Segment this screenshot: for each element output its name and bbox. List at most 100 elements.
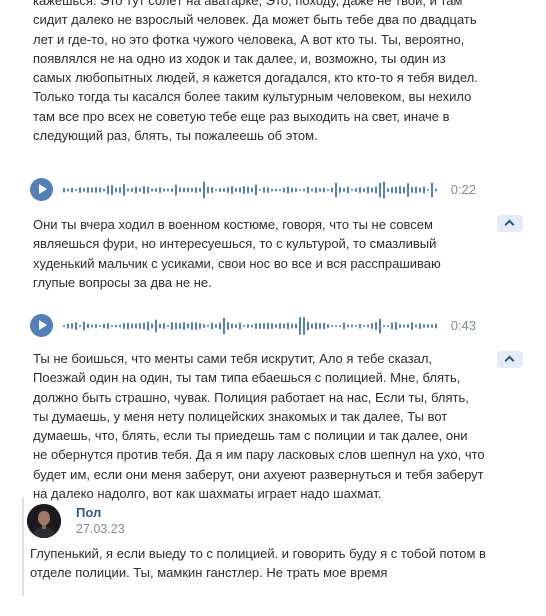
waveform-bar	[347, 324, 349, 328]
avatar[interactable]	[27, 504, 61, 538]
waveform-bar	[303, 188, 305, 192]
waveform-bar	[103, 323, 105, 329]
waveform-bar	[167, 188, 169, 192]
waveform-bar	[363, 325, 365, 327]
waveform-bar	[311, 188, 313, 192]
waveform-bar	[115, 187, 117, 193]
waveform-bar	[103, 188, 105, 192]
waveform-bar	[83, 188, 85, 192]
waveform-bar	[275, 324, 277, 328]
collapse-transcript-button[interactable]	[497, 351, 523, 368]
waveform-bar	[163, 323, 165, 329]
waveform-bar	[419, 323, 421, 329]
waveform-bar	[151, 323, 153, 329]
waveform-bar	[155, 188, 157, 192]
waveform-bar	[71, 323, 73, 329]
waveform-bar	[199, 188, 201, 192]
waveform-bar	[159, 323, 161, 329]
waveform-bar	[187, 323, 189, 329]
waveform-bar	[215, 189, 217, 191]
waveform-bar	[359, 323, 361, 329]
waveform-bar	[243, 186, 245, 194]
waveform-bar	[67, 323, 69, 329]
waveform-bar	[131, 323, 133, 329]
waveform-bar	[83, 321, 85, 331]
waveform-bar	[291, 187, 293, 193]
waveform-bar	[223, 317, 225, 335]
waveform-bar	[423, 324, 425, 328]
waveform-bar	[143, 186, 145, 194]
waveform-bar	[403, 324, 405, 328]
waveform-bar	[415, 186, 417, 194]
voice-message-1: 0:22	[30, 178, 490, 202]
waveform-bar	[79, 325, 81, 327]
waveform-bar	[355, 325, 357, 327]
waveform-bar	[235, 324, 237, 328]
waveform-bar	[163, 188, 165, 192]
waveform-bar	[223, 188, 225, 192]
waveform-bar	[263, 323, 265, 329]
waveform-bar	[91, 324, 93, 328]
waveform-bar	[387, 188, 389, 192]
waveform-bar	[107, 323, 109, 329]
waveform-bar	[427, 189, 429, 191]
waveform-bar	[351, 324, 353, 328]
waveform-bar	[63, 187, 65, 193]
reply-text: Глупенький, я если выеду то с полицией. …	[30, 546, 486, 580]
waveform-bar	[91, 187, 93, 193]
waveform-bar	[235, 188, 237, 192]
play-icon[interactable]	[30, 314, 53, 337]
audio-duration: 0:22	[450, 182, 476, 197]
waveform-bar	[395, 186, 397, 194]
waveform-bar	[139, 323, 141, 329]
waveform-bar	[383, 325, 385, 327]
waveform-bar	[367, 324, 369, 328]
waveform-2[interactable]	[62, 314, 442, 338]
waveform-bar	[295, 323, 297, 329]
avatar-photo-icon	[27, 504, 61, 538]
waveform-bar	[291, 323, 293, 329]
reply-thread-line	[22, 497, 24, 596]
waveform-bar	[239, 322, 241, 330]
waveform-bar	[299, 189, 301, 191]
waveform-bar	[215, 324, 217, 328]
waveform-bar	[111, 325, 113, 327]
waveform-bar	[123, 184, 125, 196]
waveform-bar	[387, 325, 389, 327]
waveform-bar	[343, 322, 345, 330]
waveform-bar	[279, 189, 281, 191]
waveform-bar	[423, 186, 425, 194]
waveform-bar	[359, 187, 361, 193]
reply-author[interactable]: Пол	[76, 505, 101, 520]
waveform-bar	[275, 188, 277, 192]
waveform-bar	[119, 187, 121, 193]
waveform-bar	[131, 188, 133, 192]
waveform-bar	[99, 187, 101, 193]
waveform-bar	[183, 187, 185, 193]
waveform-bar	[75, 322, 77, 330]
waveform-bar	[227, 322, 229, 330]
waveform-bar	[299, 317, 301, 335]
waveform-bar	[111, 185, 113, 195]
waveform-bar	[251, 187, 253, 193]
waveform-bar	[383, 181, 385, 199]
waveform-bar	[371, 187, 373, 193]
waveform-bar	[259, 323, 261, 329]
play-icon[interactable]	[30, 178, 53, 201]
waveform-bar	[271, 188, 273, 192]
collapse-transcript-button[interactable]	[497, 215, 523, 232]
waveform-bar	[191, 188, 193, 192]
waveform-bar	[315, 322, 317, 330]
waveform-bar	[231, 323, 233, 329]
waveform-bar	[415, 324, 417, 328]
waveform-bar	[207, 325, 209, 327]
waveform-bar	[179, 187, 181, 193]
waveform-bar	[311, 323, 313, 329]
waveform-bar	[147, 321, 149, 331]
waveform-1[interactable]	[62, 178, 442, 202]
waveform-bar	[127, 188, 129, 192]
waveform-bar	[255, 184, 257, 196]
waveform-bar	[115, 324, 117, 328]
waveform-bar	[395, 322, 397, 330]
waveform-bar	[319, 323, 321, 329]
